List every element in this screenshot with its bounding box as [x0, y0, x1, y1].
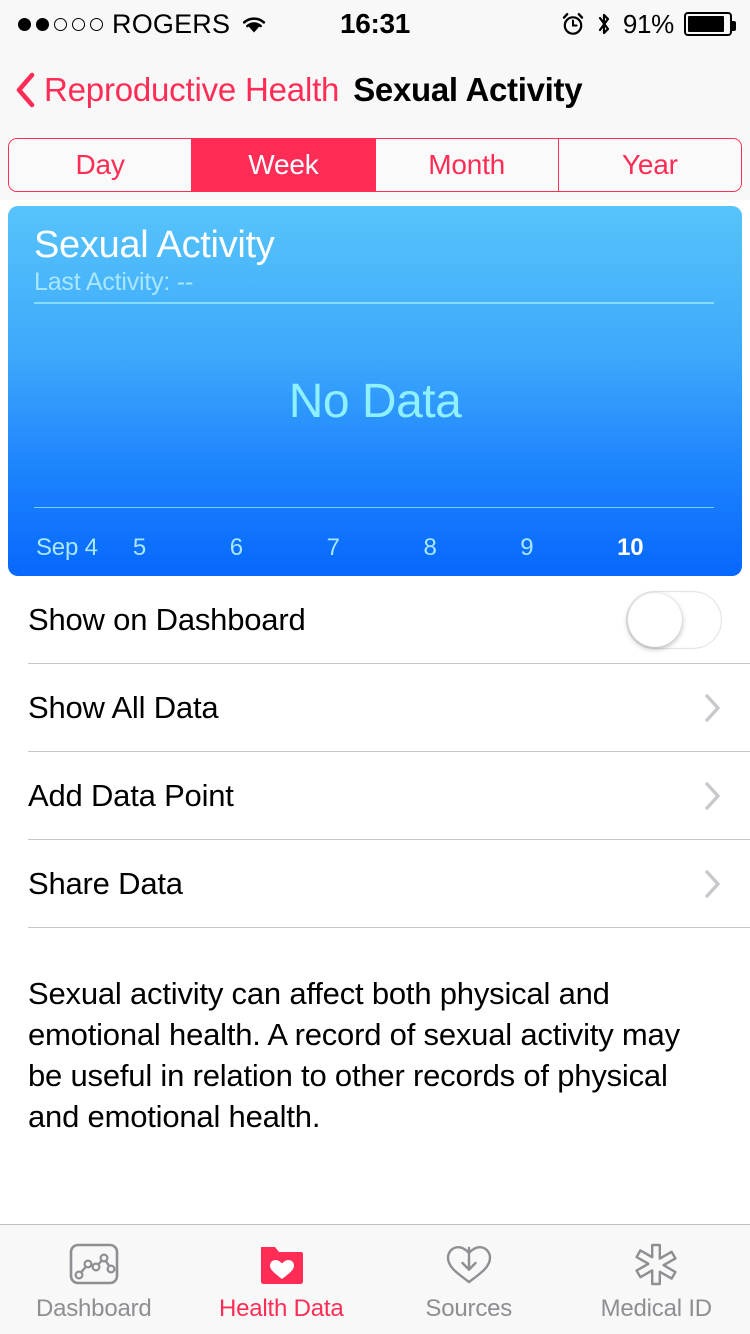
segmented-control-container: Day Week Month Year: [0, 132, 750, 200]
chart-square-icon: [68, 1237, 120, 1291]
chevron-left-icon: [16, 72, 35, 108]
show-on-dashboard-toggle[interactable]: [626, 591, 722, 649]
segment-week[interactable]: Week: [192, 139, 376, 191]
wifi-icon: [243, 17, 266, 33]
carrier-label: ROGERS: [112, 8, 231, 39]
bluetooth-icon: [598, 13, 609, 35]
tab-dashboard[interactable]: Dashboard: [0, 1225, 188, 1334]
row-separator: [28, 926, 750, 928]
axis-tick: 5: [132, 534, 147, 561]
page-title: Sexual Activity: [353, 71, 583, 108]
status-bar-left: ROGERS: [18, 9, 269, 40]
status-bar-right: 91%: [561, 8, 736, 40]
navigation-bar: Reproductive Health Sexual Activity: [0, 48, 750, 132]
chart-last-activity-label: Last Activity: --: [34, 268, 194, 296]
tab-label: Sources: [425, 1294, 513, 1322]
axis-tick: 6: [229, 534, 243, 561]
row-label: Show on Dashboard: [28, 602, 306, 637]
tab-label: Medical ID: [600, 1294, 713, 1322]
chart-empty-state-label: No Data: [288, 375, 462, 428]
tab-label: Health Data: [218, 1294, 344, 1322]
toggle-knob: [628, 593, 682, 647]
tab-sources[interactable]: Sources: [375, 1225, 563, 1334]
tab-medical-id[interactable]: Medical ID: [563, 1225, 750, 1334]
status-bar: ROGERS 16:31 91%: [0, 0, 750, 48]
chart-x-axis: Sep 4 5 6 7 8 9 10: [36, 534, 714, 562]
back-button-label: Reproductive Health: [44, 71, 340, 108]
heart-download-icon: [443, 1237, 495, 1291]
chart-title: Sexual Activity: [34, 224, 275, 266]
battery-icon: [684, 12, 736, 36]
row-add-data-point[interactable]: Add Data Point: [0, 752, 750, 840]
axis-tick: 9: [520, 534, 534, 561]
segment-month[interactable]: Month: [375, 139, 559, 191]
segment-year[interactable]: Year: [558, 139, 741, 191]
time-range-segmented-control[interactable]: Day Week Month Year: [8, 138, 742, 192]
chevron-right-icon: [705, 870, 720, 898]
chevron-right-icon: [705, 694, 720, 722]
chart-baseline-divider: [34, 506, 714, 508]
row-show-on-dashboard[interactable]: Show on Dashboard: [0, 576, 750, 664]
axis-tick: 8: [423, 534, 437, 561]
settings-list: Show on Dashboard Show All Data Add Data…: [0, 576, 750, 928]
row-show-all-data[interactable]: Show All Data: [0, 664, 750, 752]
back-button[interactable]: Reproductive Health: [14, 71, 339, 109]
folder-heart-icon: [255, 1237, 307, 1291]
star-of-life-icon: [631, 1237, 681, 1291]
tab-health-data[interactable]: Health Data: [188, 1225, 376, 1334]
row-label: Add Data Point: [28, 778, 234, 813]
tab-label: Dashboard: [35, 1294, 152, 1322]
app-screen: ROGERS 16:31 91% Reproductive Health Sex…: [0, 0, 750, 1334]
axis-tick: 7: [326, 534, 340, 561]
row-label: Show All Data: [28, 690, 219, 725]
axis-tick-current: 10: [617, 534, 644, 561]
chart-top-divider: [34, 302, 714, 304]
row-label: Share Data: [28, 866, 183, 901]
chevron-right-icon: [705, 782, 720, 810]
tab-bar: Dashboard Health Data Sources Medical ID: [0, 1224, 750, 1334]
axis-tick: Sep 4: [36, 534, 98, 561]
row-share-data[interactable]: Share Data: [0, 840, 750, 928]
description-text: Sexual activity can affect both physical…: [28, 976, 680, 1134]
chart-card[interactable]: Sexual Activity Last Activity: -- No Dat…: [8, 206, 742, 576]
segment-day[interactable]: Day: [9, 139, 193, 191]
alarm-clock-icon: [562, 13, 584, 35]
battery-percentage-label: 91%: [622, 8, 674, 39]
cellular-signal-icon: [18, 17, 103, 31]
